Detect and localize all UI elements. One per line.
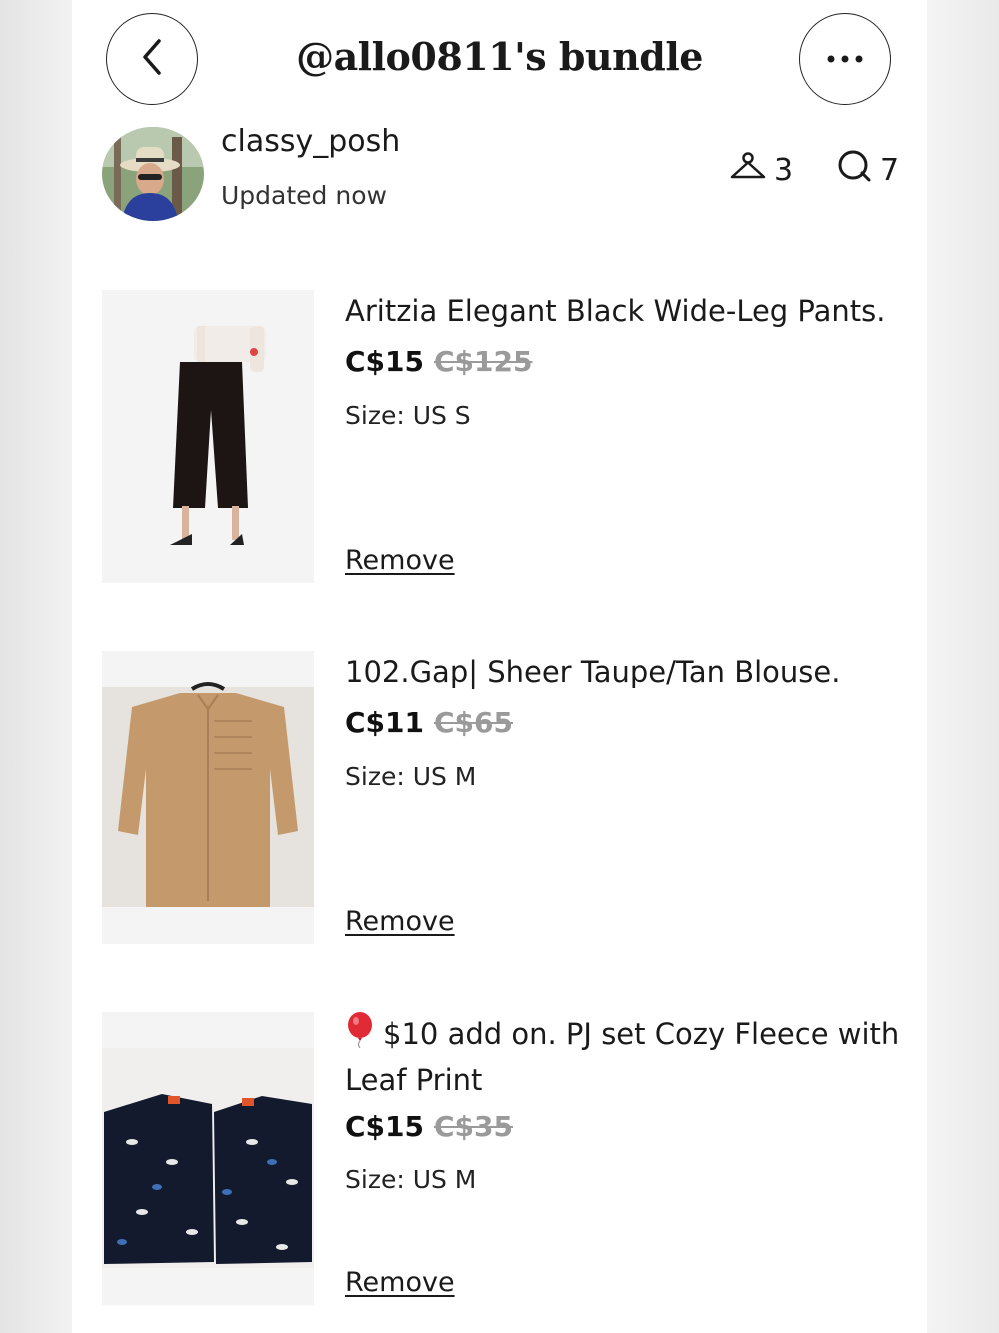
bundle-item: 102.Gap| Sheer Taupe/Tan Blouse. C$11 C$… [102,651,902,944]
item-photo[interactable] [102,290,314,583]
likes-count: 3 [774,152,794,188]
item-size: Size: US S [345,401,471,430]
item-price: C$15 [345,345,424,378]
bundle-item: Aritzia Elegant Black Wide-Leg Pants. C$… [102,290,902,583]
page-title: @allo0811's bundle [296,34,703,79]
item-title[interactable]: Aritzia Elegant Black Wide-Leg Pants. [345,290,905,332]
more-options-button[interactable] [799,13,891,105]
item-original-price: C$65 [434,706,513,739]
bundle-item: $10 add on. PJ set Cozy Fleece with Leaf… [102,1012,902,1305]
header: @allo0811's bundle [72,0,927,120]
remove-link[interactable]: Remove [345,906,455,937]
seller-avatar[interactable] [102,127,204,221]
price-row: C$11 C$65 [345,706,513,739]
item-price: C$11 [345,706,424,739]
back-button[interactable] [106,13,198,105]
item-price: C$15 [345,1110,424,1143]
item-title[interactable]: 102.Gap| Sheer Taupe/Tan Blouse. [345,651,905,693]
item-original-price: C$35 [434,1110,513,1143]
bundle-panel: @allo0811's bundle classy_posh Updated n… [72,0,927,1333]
price-row: C$15 C$35 [345,1110,513,1143]
item-size: Size: US M [345,762,477,791]
more-horizontal-icon [823,50,867,69]
chevron-left-icon [137,37,167,81]
seller-username[interactable]: classy_posh [221,124,400,159]
updated-status: Updated now [221,181,387,210]
background-left [0,0,72,1333]
balloon-icon [345,1012,375,1059]
item-title-text: $10 add on. PJ set Cozy Fleece with Leaf… [345,1017,900,1097]
item-size: Size: US M [345,1165,477,1194]
background-right [927,0,999,1333]
remove-link[interactable]: Remove [345,1267,455,1298]
item-original-price: C$125 [434,345,533,378]
price-row: C$15 C$125 [345,345,532,378]
comments-count: 7 [880,152,900,188]
remove-link[interactable]: Remove [345,545,455,576]
comments-stat[interactable]: 7 [836,150,899,190]
item-title[interactable]: $10 add on. PJ set Cozy Fleece with Leaf… [345,1012,905,1101]
comment-bubble-icon [836,149,874,191]
hanger-icon [728,151,768,189]
item-photo[interactable] [102,651,314,944]
item-photo[interactable] [102,1012,314,1305]
likes-stat[interactable]: 3 [728,150,793,190]
